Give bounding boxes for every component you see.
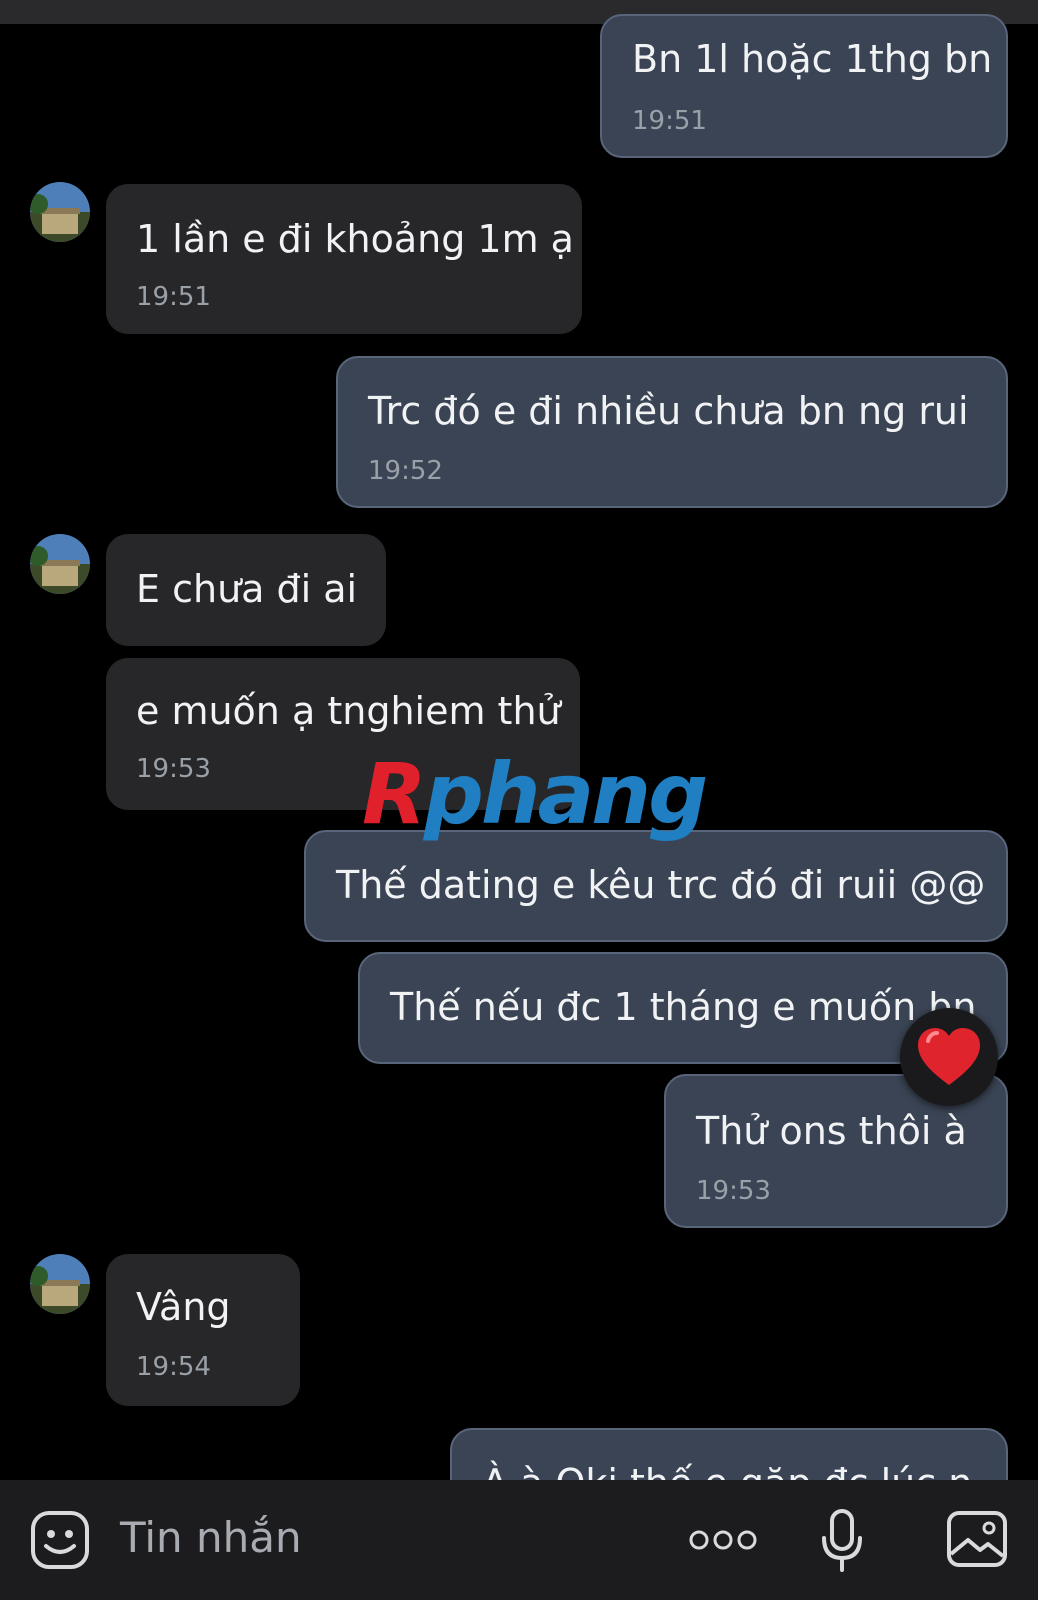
watermark-logo: Rphang (362, 745, 708, 843)
image-icon[interactable] (946, 1510, 1008, 1568)
more-icon[interactable] (688, 1528, 758, 1552)
message-text: Trc đó e đi nhiều chưa bn ng rui (368, 389, 969, 433)
avatar-icon (30, 534, 90, 594)
avatar-icon (30, 182, 90, 242)
message-text: Thế dating e kêu trc đó đi ruii @@ (336, 863, 986, 907)
message-text: À à Oki thế e gặp đc lúc n (482, 1460, 972, 1480)
message-time: 19:53 (696, 1176, 771, 1206)
heart-reaction-icon (918, 1028, 980, 1085)
message-bubble-outgoing[interactable]: À à Oki thế e gặp đc lúc n (450, 1428, 1008, 1480)
avatar[interactable] (30, 534, 90, 594)
message-input[interactable]: Tin nhắn (120, 1512, 302, 1564)
sticker-icon[interactable] (30, 1510, 90, 1570)
microphone-icon[interactable] (820, 1508, 864, 1574)
message-text: E chưa đi ai (136, 567, 358, 611)
message-time: 19:52 (368, 456, 443, 486)
message-text: Thử ons thôi à (696, 1109, 967, 1153)
reaction-badge[interactable] (900, 1008, 998, 1106)
avatar[interactable] (30, 1254, 90, 1314)
message-bubble-incoming[interactable]: 1 lần e đi khoảng 1m ạ 19:51 (106, 184, 582, 334)
message-time: 19:51 (632, 106, 707, 136)
message-time: 19:53 (136, 754, 211, 784)
message-text: Thế nếu đc 1 tháng e muốn bn (390, 985, 977, 1029)
message-list[interactable]: Bn 1l hoặc 1thg bn 19:51 1 lần e đi khoả… (0, 0, 1038, 1480)
avatar-icon (30, 1254, 90, 1314)
avatar[interactable] (30, 182, 90, 242)
message-bubble-outgoing[interactable]: Thế dating e kêu trc đó đi ruii @@ (304, 830, 1008, 942)
message-text: Vâng (136, 1285, 231, 1329)
message-bubble-incoming[interactable]: E chưa đi ai (106, 534, 386, 646)
message-bubble-outgoing[interactable]: Bn 1l hoặc 1thg bn 19:51 (600, 14, 1008, 158)
message-text: e muốn ạ tnghiem thử (136, 689, 561, 733)
message-time: 19:51 (136, 282, 211, 312)
message-text: Bn 1l hoặc 1thg bn (632, 37, 993, 81)
message-bubble-incoming[interactable]: Vâng 19:54 (106, 1254, 300, 1406)
message-time: 19:54 (136, 1352, 211, 1382)
message-bubble-outgoing[interactable]: Trc đó e đi nhiều chưa bn ng rui 19:52 (336, 356, 1008, 508)
message-text: 1 lần e đi khoảng 1m ạ (136, 217, 574, 261)
